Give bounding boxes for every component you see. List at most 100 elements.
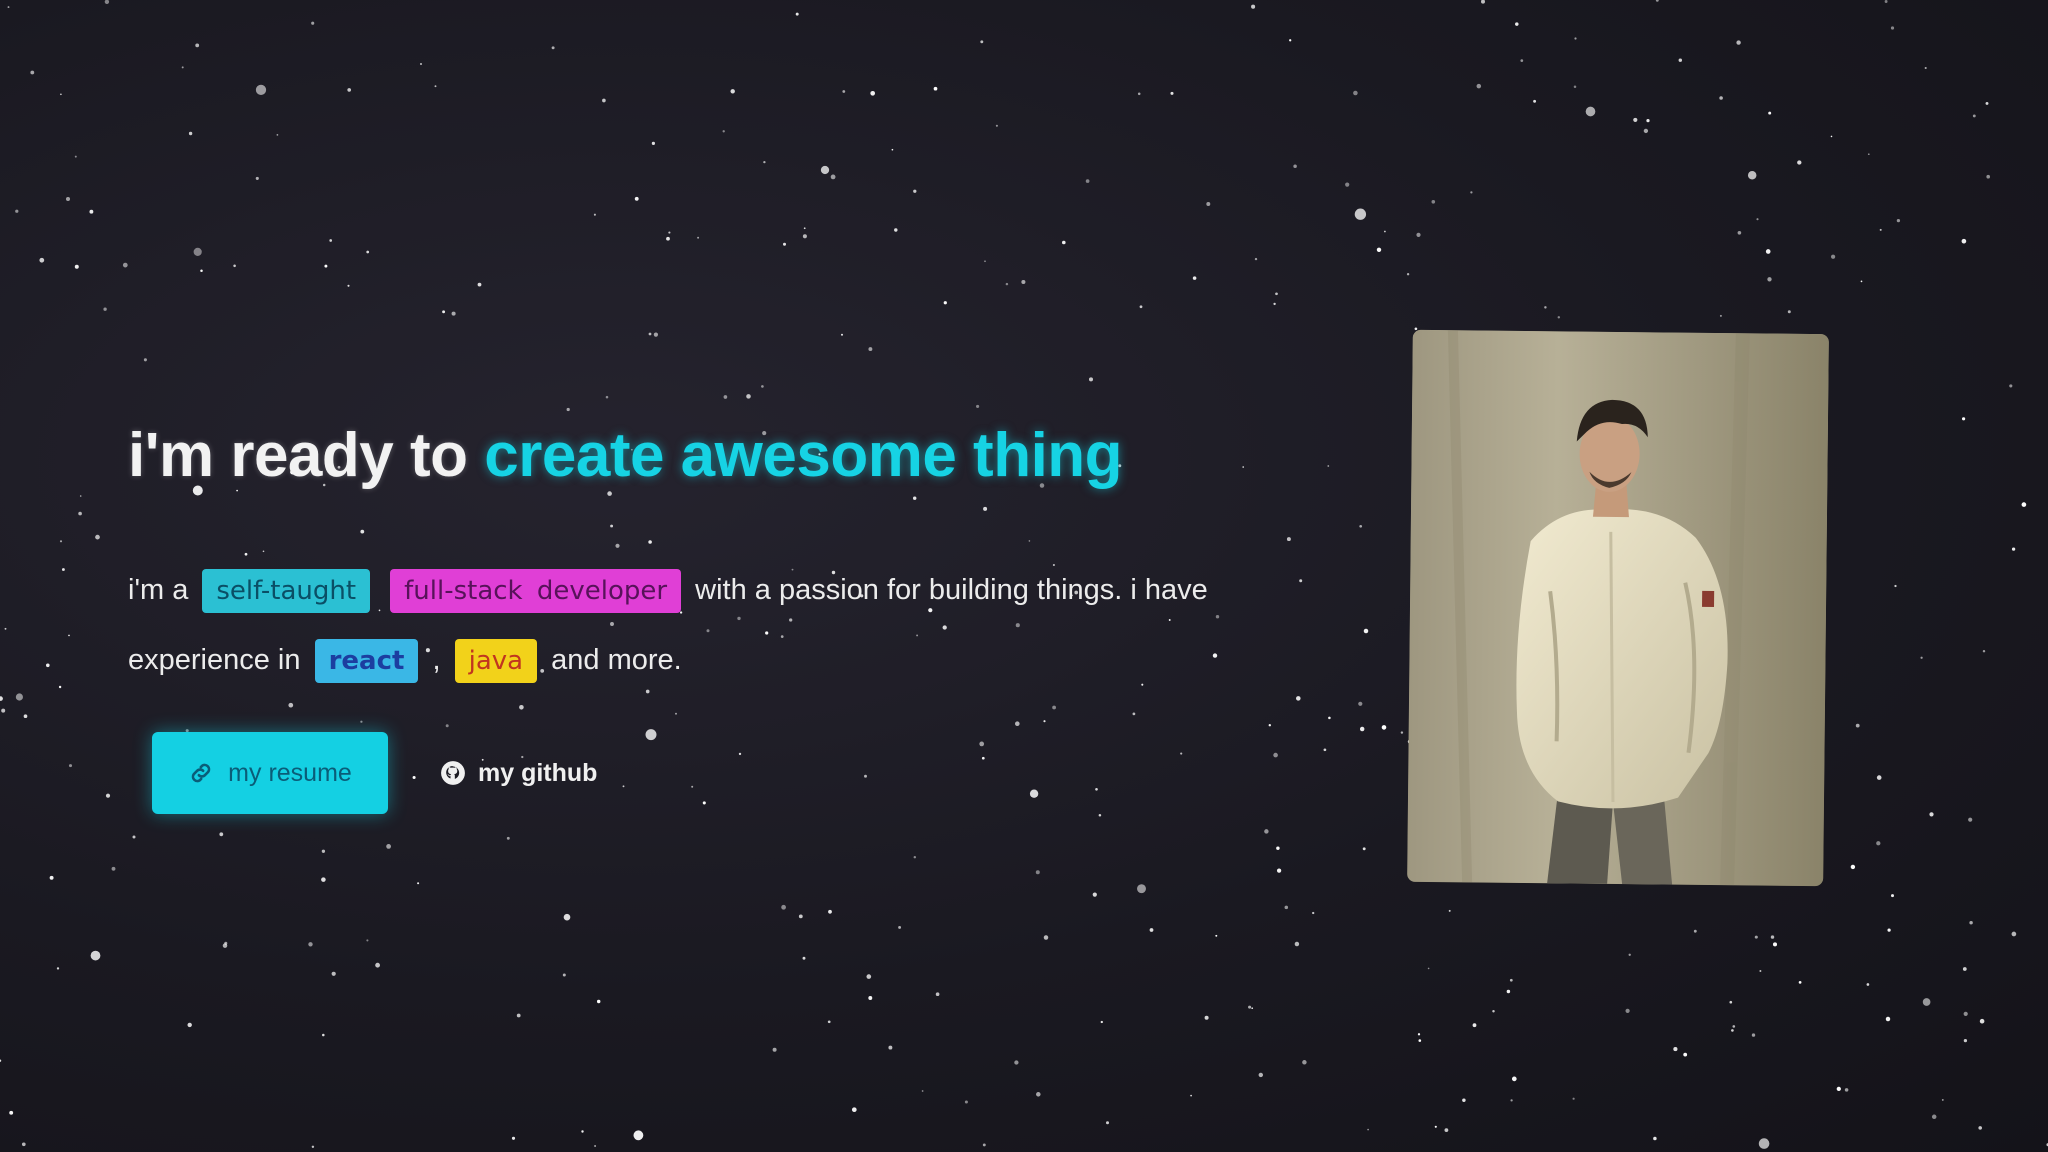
- star: [442, 310, 446, 314]
- star: [1275, 292, 1278, 296]
- star: [1855, 723, 1860, 728]
- star: [1885, 1016, 1891, 1022]
- star: [888, 1045, 893, 1050]
- star: [921, 1090, 924, 1092]
- star: [1106, 1121, 1109, 1125]
- star: [648, 332, 652, 336]
- star: [964, 1100, 968, 1104]
- star: [58, 685, 62, 689]
- star: [1736, 40, 1741, 45]
- star: [984, 260, 986, 263]
- star: [1533, 99, 1537, 103]
- resume-button[interactable]: my resume: [152, 732, 388, 814]
- hero-actions: my resume my github: [152, 732, 597, 814]
- star: [1416, 232, 1421, 237]
- star: [761, 385, 764, 388]
- intro-separator: ,: [432, 644, 441, 676]
- star: [1448, 909, 1451, 912]
- star: [1961, 238, 1967, 244]
- star: [56, 967, 60, 970]
- star: [1043, 935, 1049, 940]
- star: [697, 236, 700, 239]
- star: [90, 950, 101, 961]
- star: [622, 785, 625, 788]
- star: [1896, 218, 1901, 223]
- star: [653, 332, 659, 337]
- star: [1765, 249, 1771, 254]
- star: [1890, 26, 1895, 30]
- hero-headline: i'm ready to create awesome thing: [128, 420, 1278, 491]
- star: [2021, 502, 2027, 507]
- github-link-label: my github: [478, 758, 598, 787]
- star: [331, 971, 336, 976]
- star: [1693, 929, 1697, 933]
- github-icon: [440, 760, 466, 786]
- star: [1481, 0, 1485, 4]
- star: [1345, 182, 1350, 187]
- star: [1302, 1060, 1307, 1065]
- star: [1384, 230, 1386, 233]
- star: [1359, 726, 1365, 732]
- star: [78, 511, 82, 516]
- star: [1879, 228, 1882, 231]
- tag-self-taught: self-taught: [202, 569, 371, 614]
- star: [1731, 1029, 1734, 1032]
- star: [913, 189, 917, 193]
- star: [976, 404, 980, 408]
- star: [633, 1130, 644, 1141]
- star: [1362, 847, 1366, 851]
- star: [551, 46, 555, 50]
- star: [1759, 970, 1762, 972]
- github-link[interactable]: my github: [440, 759, 597, 788]
- star: [1673, 1047, 1678, 1052]
- star: [1931, 1114, 1937, 1120]
- star: [1643, 128, 1649, 134]
- star: [1276, 846, 1280, 850]
- star: [593, 213, 596, 216]
- intro-paragraph: i'm a self-taught full-stack developer w…: [128, 555, 1258, 695]
- star: [1418, 1039, 1422, 1042]
- star: [1276, 868, 1282, 873]
- star: [1254, 257, 1258, 261]
- star: [15, 209, 19, 213]
- star: [795, 12, 799, 16]
- star: [519, 705, 524, 710]
- star: [1043, 720, 1046, 723]
- star: [1204, 1015, 1209, 1020]
- star: [605, 395, 609, 399]
- star: [39, 257, 45, 263]
- intro-text-end: and more.: [551, 644, 682, 676]
- star: [820, 165, 830, 175]
- star: [1470, 191, 1473, 194]
- star: [1768, 111, 1772, 115]
- star: [981, 756, 985, 760]
- star: [666, 236, 670, 241]
- star: [366, 939, 369, 942]
- star: [933, 86, 938, 91]
- star: [1574, 37, 1577, 40]
- star: [1431, 200, 1436, 204]
- star: [49, 875, 54, 880]
- star: [1472, 1023, 1477, 1028]
- star: [1963, 1038, 1968, 1043]
- star: [61, 568, 65, 571]
- star: [324, 264, 328, 268]
- star: [222, 943, 228, 948]
- star: [1511, 1076, 1517, 1082]
- star: [1920, 656, 1923, 659]
- star: [1625, 1008, 1630, 1014]
- star: [276, 134, 279, 136]
- star: [1258, 1072, 1264, 1078]
- star: [4, 627, 7, 630]
- star: [1035, 870, 1040, 875]
- star: [1894, 584, 1897, 588]
- star: [1797, 160, 1802, 165]
- star: [730, 89, 735, 94]
- star: [1381, 725, 1387, 730]
- star: [1036, 1092, 1041, 1097]
- star: [1354, 208, 1367, 220]
- star: [30, 70, 35, 75]
- star: [1190, 1094, 1192, 1097]
- star: [321, 849, 326, 853]
- star: [1929, 812, 1934, 817]
